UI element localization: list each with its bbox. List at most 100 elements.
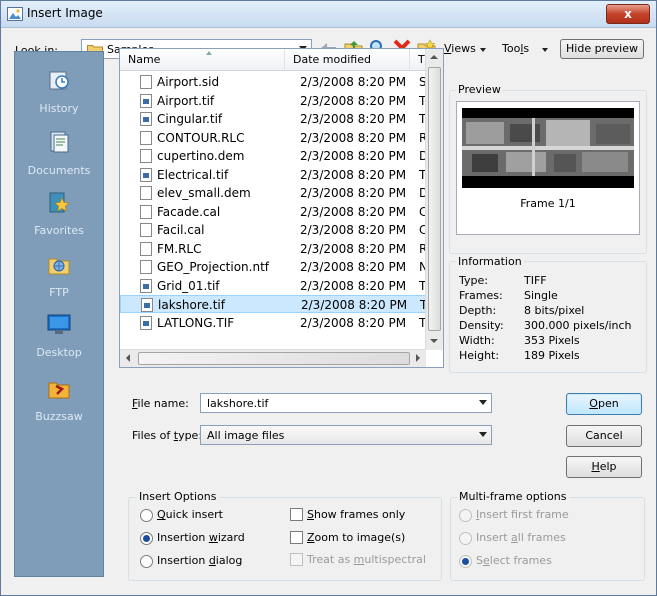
select-frames-radio[interactable] [459, 555, 472, 568]
file-row[interactable]: lakshore.tif 2/3/2008 8:20 PM T [120, 295, 427, 313]
preview-title: Preview [456, 83, 503, 96]
documents-icon [50, 131, 69, 153]
cancel-button[interactable]: Cancel [566, 425, 642, 447]
file-icon [140, 75, 152, 89]
file-date: 2/3/2008 8:20 PM [300, 93, 407, 108]
image-file-icon [140, 278, 152, 293]
insert-all-frames-radio[interactable] [459, 532, 472, 545]
quick-insert-label[interactable]: Quick insert [157, 508, 223, 521]
preview-frame-label: Frame 1/1 [520, 197, 576, 210]
column-header-date[interactable]: Date modified [285, 49, 410, 71]
file-row[interactable]: GEO_Projection.ntf 2/3/2008 8:20 PM N [120, 258, 428, 276]
multispectral-checkbox[interactable] [290, 553, 303, 566]
horizontal-scroll-thumb[interactable] [138, 352, 410, 365]
insertion-dialog-label[interactable]: Insertion dialog [157, 554, 242, 567]
quick-insert-radio[interactable] [140, 509, 153, 522]
file-icon [140, 223, 152, 237]
vertical-scroll-thumb[interactable] [428, 67, 441, 331]
insert-options-title: Insert Options [137, 490, 219, 503]
scroll-left-icon[interactable] [126, 354, 130, 362]
history-icon [49, 71, 69, 90]
chevron-down-icon[interactable] [479, 400, 487, 405]
file-icon [140, 260, 152, 274]
file-name: lakshore.tif [158, 298, 225, 312]
show-frames-label[interactable]: Show frames only [307, 508, 405, 521]
info-key: Type: [459, 274, 488, 287]
chevron-down-icon[interactable] [479, 432, 487, 437]
image-icon [7, 7, 23, 21]
file-row[interactable]: Facade.cal 2/3/2008 8:20 PM C [120, 203, 427, 221]
file-row[interactable]: Airport.sid 2/3/2008 8:20 PM S [120, 73, 427, 91]
scroll-down-icon[interactable] [430, 339, 438, 343]
scroll-up-icon[interactable] [430, 55, 438, 59]
file-name: elev_small.dem [157, 186, 251, 200]
insertion-wizard-radio[interactable] [140, 532, 153, 545]
sidebar-item-label: Favorites [34, 224, 84, 237]
sidebar-item-history[interactable]: History [15, 64, 103, 124]
open-button[interactable]: Open [566, 393, 642, 415]
preview-image [462, 108, 634, 188]
file-row[interactable]: LATLONG.TIF 2/3/2008 8:20 PM T [120, 314, 426, 332]
file-name-value: lakshore.tif [207, 397, 269, 410]
insert-all-frames-label[interactable]: Insert all frames [476, 531, 566, 544]
file-name-field[interactable]: lakshore.tif [200, 393, 492, 413]
file-row[interactable]: Electrical.tif 2/3/2008 8:20 PM T [120, 166, 426, 184]
info-key: Frames: [459, 289, 503, 302]
file-name-label: File name: [132, 397, 189, 410]
tools-menu[interactable]: Tools [502, 42, 529, 55]
image-file-icon [140, 167, 152, 182]
file-name: LATLONG.TIF [157, 315, 235, 330]
file-row[interactable]: Airport.tif 2/3/2008 8:20 PM T [120, 92, 426, 110]
sidebar-item-label: FTP [49, 286, 69, 299]
file-name: FM.RLC [157, 241, 202, 256]
file-row[interactable]: Facil.cal 2/3/2008 8:20 PM C [120, 221, 427, 239]
file-icon [140, 149, 152, 163]
file-row[interactable]: cupertino.dem 2/3/2008 8:20 PM D [120, 147, 428, 165]
zoom-to-image-checkbox[interactable] [290, 531, 303, 544]
sidebar-item-buzzsaw[interactable]: Buzzsaw [15, 372, 103, 432]
preview-pane: Frame 1/1 [456, 101, 640, 235]
select-frames-label[interactable]: Select frames [476, 554, 552, 567]
show-frames-checkbox[interactable] [290, 508, 303, 521]
file-type-combo[interactable]: All image files [200, 425, 492, 445]
file-row[interactable]: Cingular.tif 2/3/2008 8:20 PM T [120, 110, 426, 128]
file-name: Facil.cal [157, 223, 205, 237]
vertical-scrollbar[interactable] [425, 49, 443, 350]
sidebar-item-documents[interactable]: Documents [15, 126, 103, 186]
insert-first-frame-label[interactable]: Insert first frame [476, 508, 569, 521]
scroll-right-icon[interactable] [416, 354, 420, 362]
close-button[interactable]: x [606, 4, 650, 24]
file-row[interactable]: elev_small.dem 2/3/2008 8:20 PM D [120, 184, 428, 202]
file-date: 2/3/2008 8:20 PM [300, 186, 407, 200]
file-date: 2/3/2008 8:20 PM [300, 75, 407, 89]
file-row[interactable]: FM.RLC 2/3/2008 8:20 PM R [120, 240, 427, 258]
file-row[interactable]: Grid_01.tif 2/3/2008 8:20 PM T [120, 277, 426, 295]
hide-preview-button[interactable]: Hide preview [560, 39, 644, 59]
views-dropdown-icon[interactable] [480, 48, 486, 52]
views-menu[interactable]: Views [444, 42, 476, 55]
help-button[interactable]: Help [566, 456, 642, 478]
tools-dropdown-icon[interactable] [542, 48, 548, 52]
info-key: Height: [459, 349, 500, 362]
sidebar-item-desktop[interactable]: Desktop [15, 308, 103, 368]
file-name: cupertino.dem [157, 149, 245, 163]
info-value: 353 Pixels [524, 334, 580, 347]
insertion-wizard-label[interactable]: Insertion wizard [157, 531, 245, 544]
desktop-icon [47, 314, 71, 334]
horizontal-scrollbar[interactable] [120, 349, 426, 367]
file-name: Airport.tif [157, 93, 215, 108]
image-file-icon [140, 93, 152, 108]
info-value: 189 Pixels [524, 349, 580, 362]
insertion-dialog-radio[interactable] [140, 555, 153, 568]
file-name: Facade.cal [157, 204, 221, 219]
file-row[interactable]: CONTOUR.RLC 2/3/2008 8:20 PM R [120, 129, 427, 147]
sidebar-item-ftp[interactable]: FTP [15, 248, 103, 308]
file-name: Airport.sid [157, 75, 220, 89]
zoom-to-image-label[interactable]: Zoom to image(s) [307, 531, 405, 544]
sidebar-item-favorites[interactable]: Favorites [15, 186, 103, 246]
column-header-name[interactable]: Name [120, 49, 285, 71]
file-list[interactable]: Name Date modified T Airport.sid 2/3/2008… [119, 48, 444, 368]
multispectral-label[interactable]: Treat as multispectral [307, 553, 426, 566]
window-title: Insert Image [27, 6, 103, 20]
insert-first-frame-radio[interactable] [459, 509, 472, 522]
